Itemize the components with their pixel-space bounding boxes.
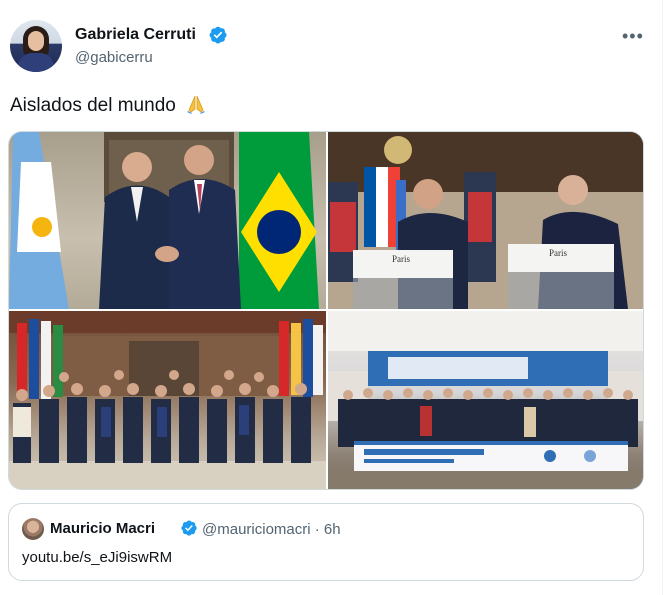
photo-press-conference[interactable]: Paris Paris <box>328 132 643 309</box>
tweet-text: Aislados del mundo <box>10 93 207 117</box>
quoted-tweet-link-text[interactable]: youtu.be/s_eJi9iswRM <box>22 549 172 566</box>
quoted-author-avatar[interactable] <box>22 518 44 540</box>
tweet-text-content: Aislados del mundo <box>10 95 176 116</box>
more-horizontal-icon[interactable]: ••• <box>622 26 644 47</box>
verified-badge-icon <box>209 26 227 44</box>
photo-handshake[interactable] <box>9 132 326 309</box>
quoted-tweet-card[interactable]: Mauricio Macri @mauriciomacri · 6h youtu… <box>8 503 644 581</box>
quoted-verified-badge-icon <box>181 520 197 536</box>
author-handle[interactable]: @gabicerru <box>75 49 153 66</box>
folded-hands-emoji-icon <box>187 95 206 114</box>
photo-celac-summit[interactable] <box>328 311 643 489</box>
timeline-border <box>662 0 663 595</box>
quoted-author-handle-time: @mauriciomacri · 6h <box>202 521 341 538</box>
quoted-author-display-name[interactable]: Mauricio Macri <box>50 520 155 537</box>
podium-sign-right: Paris <box>549 248 567 258</box>
podium-sign-left: Paris <box>392 254 410 264</box>
photo-grid: Paris Paris <box>8 131 644 490</box>
photo-group-leaders[interactable] <box>9 311 326 489</box>
author-avatar[interactable] <box>10 20 62 72</box>
author-display-name[interactable]: Gabriela Cerruti <box>75 26 196 44</box>
